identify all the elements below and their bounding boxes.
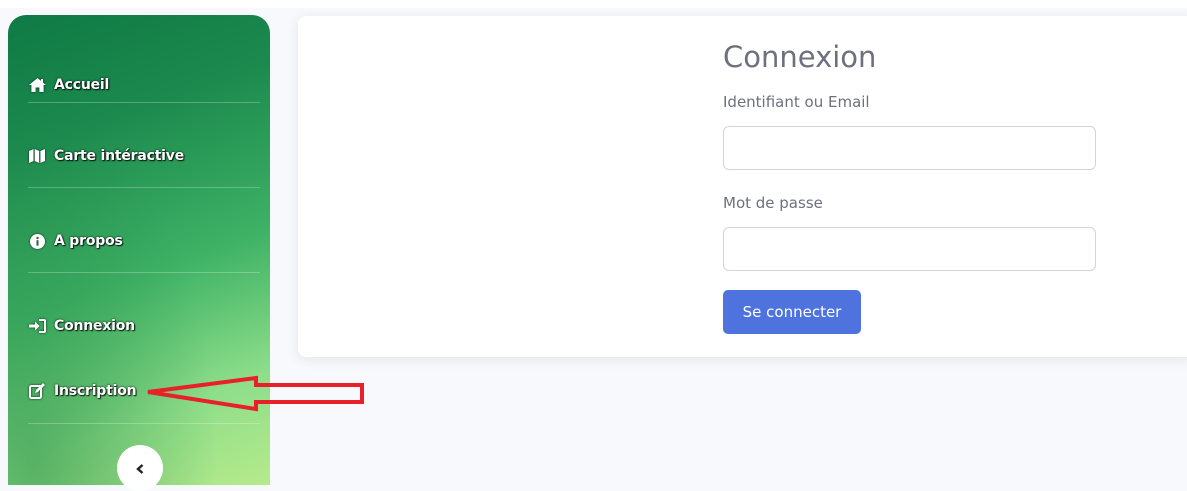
divider	[28, 423, 260, 424]
sidebar-toggle-button[interactable]	[117, 445, 163, 491]
password-input[interactable]	[723, 227, 1096, 271]
sidebar-item-label: Inscription	[54, 383, 137, 399]
login-submit-button[interactable]: Se connecter	[723, 290, 861, 334]
sidebar: Accueil Carte intéractive A propos Conne…	[8, 15, 270, 485]
map-icon	[28, 148, 46, 164]
sidebar-item-inscription[interactable]: Inscription	[28, 379, 137, 403]
sign-in-icon	[28, 318, 46, 334]
home-icon	[28, 77, 46, 93]
username-input[interactable]	[723, 126, 1096, 170]
username-label: Identifiant ou Email	[723, 93, 870, 111]
sidebar-item-accueil[interactable]: Accueil	[28, 73, 109, 97]
sidebar-item-carte[interactable]: Carte intéractive	[28, 144, 184, 168]
sidebar-item-label: Accueil	[54, 77, 110, 93]
divider	[28, 187, 260, 188]
sidebar-item-connexion[interactable]: Connexion	[28, 314, 135, 338]
edit-icon	[28, 383, 46, 399]
divider	[28, 272, 260, 273]
chevron-left-icon	[136, 459, 144, 478]
sidebar-item-apropos[interactable]: A propos	[28, 229, 123, 253]
sidebar-item-label: Connexion	[54, 318, 135, 334]
password-label: Mot de passe	[723, 194, 823, 212]
page-title: Connexion	[723, 40, 877, 74]
info-icon	[28, 233, 46, 249]
divider	[28, 102, 260, 103]
sidebar-item-label: Carte intéractive	[54, 148, 185, 164]
top-strip	[0, 0, 1187, 8]
sidebar-item-label: A propos	[54, 233, 123, 249]
